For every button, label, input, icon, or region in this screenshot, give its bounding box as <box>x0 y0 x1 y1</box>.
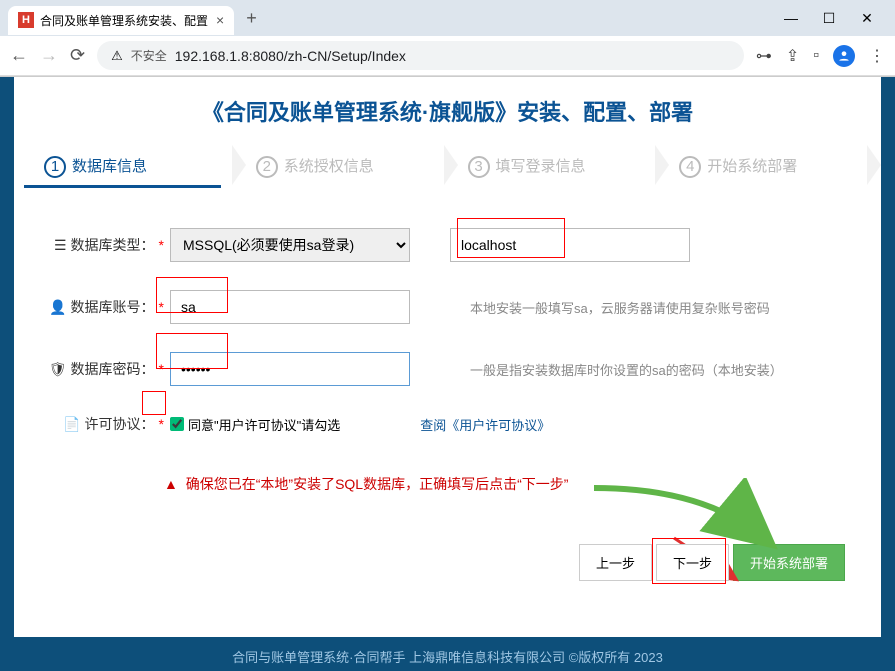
tab-close-icon[interactable]: × <box>216 12 224 28</box>
window-controls: — ☐ ✕ <box>781 10 887 27</box>
minimize-button[interactable]: — <box>781 10 801 27</box>
steps-nav: 1数据库信息 2系统授权信息 3填写登录信息 4开始系统部署 <box>24 145 871 188</box>
shield-icon: 🛡 <box>49 361 67 377</box>
db-type-label: ☰数据库类型：* <box>44 235 164 255</box>
reload-button[interactable]: ⟳ <box>70 45 85 66</box>
highlight-box <box>156 333 228 369</box>
page-content: 《合同及账单管理系统·旗舰版》安装、配置、部署 1数据库信息 2系统授权信息 3… <box>14 77 881 637</box>
browser-chrome: H 合同及账单管理系统安装、配置 × + — ☐ ✕ ← → ⟳ ⚠ 不安全 1… <box>0 0 895 77</box>
alert-icon: ▲ <box>164 476 178 492</box>
db-user-label: 👤数据库账号：* <box>44 297 164 317</box>
menu-icon[interactable]: ⋮ <box>869 46 885 66</box>
license-link[interactable]: 查阅《用户许可协议》 <box>420 418 550 433</box>
insecure-label: 不安全 <box>131 47 167 64</box>
step-1[interactable]: 1数据库信息 <box>24 145 236 188</box>
tab-bar: H 合同及账单管理系统安装、配置 × + — ☐ ✕ <box>0 0 895 36</box>
db-pass-label: 🛡数据库密码：* <box>44 359 164 379</box>
share-icon[interactable]: ⇪ <box>786 46 799 66</box>
extensions-icon[interactable]: ▫ <box>813 47 819 65</box>
license-row: 📄许可协议：* 同意"用户许可协议"请勾选 查阅《用户许可协议》 <box>44 414 851 434</box>
nav-bar: ← → ⟳ ⚠ 不安全 192.168.1.8:8080/zh-CN/Setup… <box>0 36 895 76</box>
page-background: 《合同及账单管理系统·旗舰版》安装、配置、部署 1数据库信息 2系统授权信息 3… <box>0 77 895 671</box>
forward-button[interactable]: → <box>40 45 58 66</box>
highlight-box <box>156 277 228 313</box>
license-text: 同意"用户许可协议"请勾选 <box>188 415 340 434</box>
footer: 合同与账单管理系统·合同帮手 上海鼎唯信息科技有限公司 ©版权所有 2023 <box>0 637 895 666</box>
step-2: 2系统授权信息 <box>236 145 448 188</box>
profile-icon[interactable] <box>833 45 855 67</box>
address-bar[interactable]: ⚠ 不安全 192.168.1.8:8080/zh-CN/Setup/Index <box>97 41 744 70</box>
db-type-row: ☰数据库类型：* MSSQL(必须要使用sa登录) <box>44 228 851 262</box>
new-tab-button[interactable]: + <box>246 8 257 29</box>
user-icon: 👤 <box>49 299 66 315</box>
password-key-icon[interactable]: ⊶ <box>756 46 772 66</box>
database-icon: ☰ <box>54 237 67 253</box>
step-3: 3填写登录信息 <box>448 145 660 188</box>
step-4: 4开始系统部署 <box>659 145 871 188</box>
tab-title: 合同及账单管理系统安装、配置 <box>40 12 210 29</box>
browser-tab[interactable]: H 合同及账单管理系统安装、配置 × <box>8 6 234 35</box>
highlight-box <box>457 218 565 258</box>
license-label: 📄许可协议：* <box>44 414 164 434</box>
db-user-hint: 本地安装一般填写sa，云服务器请使用复杂账号密码 <box>470 298 790 317</box>
back-button[interactable]: ← <box>10 45 28 66</box>
db-type-select[interactable]: MSSQL(必须要使用sa登录) <box>170 228 410 262</box>
form-area: ☰数据库类型：* MSSQL(必须要使用sa登录) 👤数据库账号：* 本地安装一… <box>24 228 871 581</box>
license-checkbox[interactable] <box>170 417 184 431</box>
warning-icon: ⚠ <box>111 48 123 64</box>
document-icon: 📄 <box>63 416 80 432</box>
db-pass-hint: 一般是指安装数据库时你设置的sa的密码（本地安装） <box>470 360 790 379</box>
close-window-button[interactable]: ✕ <box>857 10 877 27</box>
favicon: H <box>18 12 34 28</box>
maximize-button[interactable]: ☐ <box>819 10 839 27</box>
url-text: 192.168.1.8:8080/zh-CN/Setup/Index <box>175 48 406 64</box>
page-title: 《合同及账单管理系统·旗舰版》安装、配置、部署 <box>24 95 871 127</box>
highlight-box <box>652 538 726 584</box>
highlight-box <box>142 391 166 415</box>
